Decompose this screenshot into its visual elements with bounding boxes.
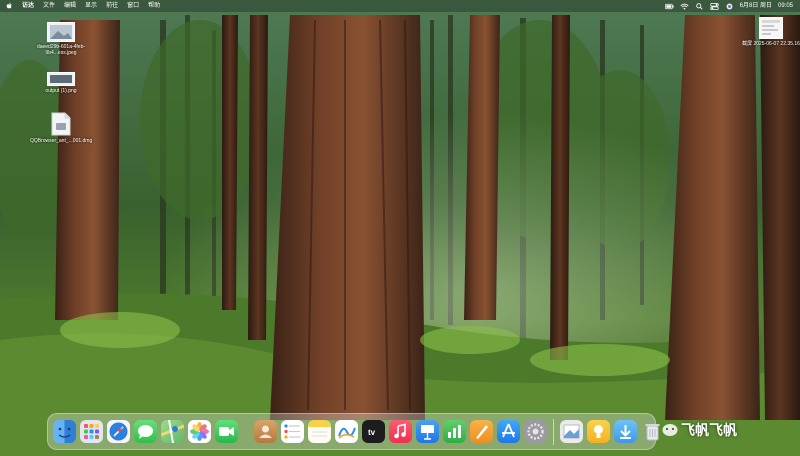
system-settings-icon[interactable]	[524, 420, 547, 443]
downloads-icon[interactable]	[614, 420, 637, 443]
finder-icon[interactable]	[53, 420, 76, 443]
freeform-icon[interactable]	[335, 420, 358, 443]
tips-icon[interactable]	[587, 420, 610, 443]
menu-go[interactable]: 前往	[106, 0, 118, 12]
dock: tv	[47, 413, 660, 450]
safari-icon[interactable]	[107, 420, 130, 443]
screenshot-file-icon	[759, 17, 783, 39]
siri-icon[interactable]	[725, 3, 734, 10]
desktop-file-dmg[interactable]: QQBrowser_ant_...001.dmg	[30, 112, 92, 144]
desktop-file-label: daeed29b-601a-4feb-9b4...ess.jpeg	[36, 44, 86, 56]
menu-edit[interactable]: 编辑	[64, 0, 76, 12]
contacts-icon[interactable]	[254, 420, 277, 443]
watermark-text: 飞帆飞帆	[681, 422, 737, 438]
dock-separator	[553, 418, 554, 445]
watermark: 飞帆飞帆	[662, 420, 737, 440]
svg-text:tv: tv	[368, 428, 376, 437]
keynote-icon[interactable]	[416, 420, 439, 443]
desktop-file-jpeg[interactable]: daeed29b-601a-4feb-9b4...ess.jpeg	[30, 22, 92, 56]
menu-help[interactable]: 帮助	[148, 0, 160, 12]
preview-icon[interactable]	[560, 420, 583, 443]
messages-icon[interactable]	[134, 420, 157, 443]
menu-app-name[interactable]: 访达	[22, 0, 34, 12]
menu-window[interactable]: 窗口	[127, 0, 139, 12]
apple-tv-icon[interactable]: tv	[362, 420, 385, 443]
notes-icon[interactable]	[308, 420, 331, 443]
menu-bar-status: 6月8日 周日 09:05	[664, 0, 800, 12]
menu-clock[interactable]: 09:05	[778, 0, 793, 12]
dock-spacer	[244, 419, 248, 445]
desktop-file-label: QQBrowser_ant_...001.dmg	[30, 138, 93, 144]
wifi-icon[interactable]	[680, 3, 689, 10]
image-file-icon	[47, 22, 75, 42]
disk-image-file-icon	[51, 112, 71, 136]
photos-icon[interactable]	[188, 420, 211, 443]
menu-file[interactable]: 文件	[43, 0, 55, 12]
reminders-icon[interactable]	[281, 420, 304, 443]
menu-bar-left: 访达 文件 编辑 显示 前往 窗口 帮助	[0, 0, 160, 12]
desktop-file-label: 截屏 2025-06-07 22.35.16	[742, 41, 800, 47]
trash-icon[interactable]	[641, 420, 664, 443]
watermark-logo-icon	[662, 424, 678, 436]
image-file-icon	[47, 72, 75, 86]
app-store-icon[interactable]	[497, 420, 520, 443]
desktop-file-screenshot[interactable]: 截屏 2025-06-07 22.35.16	[742, 17, 800, 47]
desktop-file-label: output (1).png	[45, 88, 77, 94]
menu-view[interactable]: 显示	[85, 0, 97, 12]
desktop-file-png[interactable]: output (1).png	[30, 72, 92, 94]
battery-icon[interactable]	[664, 3, 674, 10]
numbers-icon[interactable]	[443, 420, 466, 443]
facetime-icon[interactable]	[215, 420, 238, 443]
desktop-wallpaper	[0, 0, 800, 456]
launchpad-icon[interactable]	[80, 420, 103, 443]
search-icon[interactable]	[695, 2, 704, 10]
apple-menu-icon[interactable]	[6, 2, 13, 10]
menu-date[interactable]: 6月8日 周日	[740, 0, 772, 12]
maps-icon[interactable]	[161, 420, 184, 443]
control-center-icon[interactable]	[709, 2, 719, 10]
music-icon[interactable]	[389, 420, 412, 443]
pages-icon[interactable]	[470, 420, 493, 443]
menu-bar: 访达 文件 编辑 显示 前往 窗口 帮助 6月8日 周日 09:05	[0, 0, 800, 12]
